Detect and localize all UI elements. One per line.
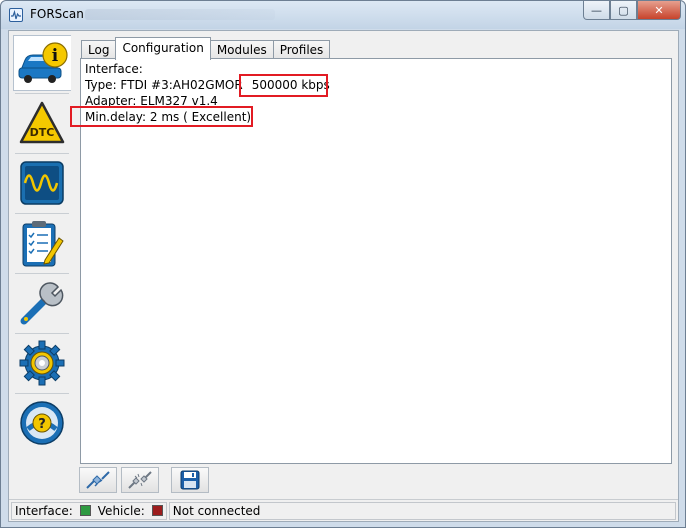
sidebar: i DTC ? [11,33,73,453]
svg-text:DTC: DTC [30,126,55,139]
svg-text:i: i [51,46,58,66]
plug-disconnect-icon [128,471,152,489]
sidebar-item-oscilloscope[interactable] [13,155,71,211]
app-window: FORScan — ▢ ✕ i DTC ? Log Configuration … [0,0,686,528]
configuration-panel: Interface: Type: FTDI #3:AH02GMOR 500000 … [70,58,672,464]
window-title: FORScan [30,7,84,21]
gear-icon [19,340,65,386]
oscilloscope-icon [20,161,64,205]
title-bar[interactable]: FORScan — ▢ ✕ [1,1,685,29]
delay-highlight-box [70,106,253,127]
tab-modules[interactable]: Modules [209,40,274,60]
vehicle-status-led [151,505,163,516]
minimize-button[interactable]: — [583,1,610,20]
title-bar-blur [85,9,275,20]
sidebar-item-help[interactable]: ? [13,395,71,451]
sidebar-item-vehicle-info[interactable]: i [13,35,71,91]
status-interface-cell: Interface: Vehicle: [11,501,167,520]
sidebar-item-dtc[interactable]: DTC [13,95,71,151]
bottom-toolbar [79,467,213,495]
dtc-warning-icon: DTC [19,101,65,144]
connect-button[interactable] [79,467,117,493]
status-bar: Interface: Vehicle: Not connected [9,499,678,521]
wrench-icon [20,282,64,325]
interface-status-led [79,505,91,516]
interface-type-prefix: Type: FTDI #3:AH02GMOR [85,78,243,92]
floppy-save-icon [180,470,200,490]
client-area: i DTC ? Log Configuration Modules Profil… [8,30,679,522]
connection-status-text: Not connected [172,503,261,518]
interface-heading: Interface: [85,62,143,76]
status-interface-label: Interface: [15,503,73,518]
plug-connect-icon [86,471,110,489]
forscan-app-icon [9,8,23,22]
disconnect-button[interactable] [121,467,159,493]
speed-highlight-box [239,74,328,97]
svg-text:?: ? [38,417,46,432]
tab-log[interactable]: Log [81,40,117,60]
save-button[interactable] [171,467,209,493]
maximize-button[interactable]: ▢ [610,1,637,20]
tab-strip: Log Configuration Modules Profiles [81,37,331,60]
tab-configuration[interactable]: Configuration [115,37,211,60]
tab-profiles[interactable]: Profiles [272,40,331,60]
close-button[interactable]: ✕ [637,1,681,20]
status-connection-cell: Not connected [168,501,676,520]
sidebar-item-service[interactable] [13,275,71,331]
help-icon: ? [20,401,64,445]
sidebar-item-settings[interactable] [13,335,71,391]
checklist-icon [22,221,64,267]
status-vehicle-label: Vehicle: [97,503,145,518]
sidebar-item-tests[interactable] [13,215,71,271]
car-info-icon: i [18,42,68,83]
